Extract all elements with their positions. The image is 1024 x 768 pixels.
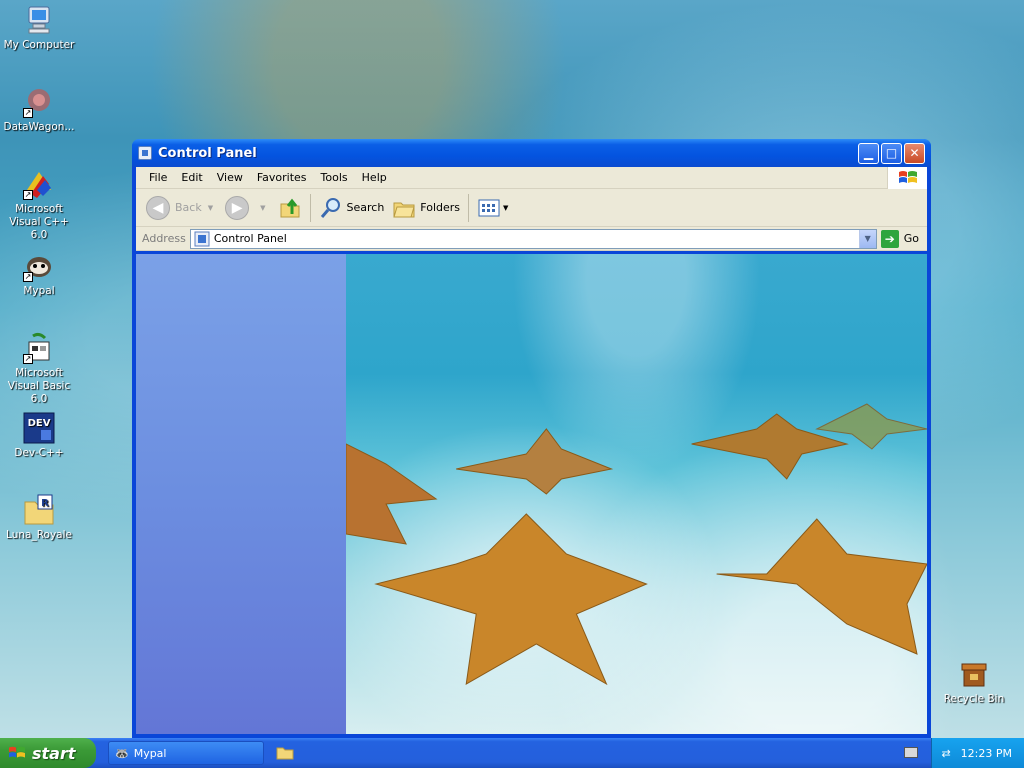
back-button[interactable]: ◀ Back (142, 193, 206, 223)
my-computer-icon (23, 4, 55, 36)
windows-logo-icon (9, 746, 25, 758)
close-button[interactable]: ✕ (904, 142, 925, 164)
forward-button[interactable]: ▶ (221, 193, 258, 223)
menu-favorites[interactable]: Favorites (250, 171, 314, 184)
views-dropdown-icon: ▼ (503, 203, 509, 212)
address-input[interactable]: Control Panel ▼ (189, 228, 877, 249)
go-button[interactable]: ➔ Go (877, 229, 925, 248)
address-value: Control Panel (213, 232, 287, 245)
menu-help[interactable]: Help (355, 171, 394, 184)
forward-arrow-icon: ▶ (225, 195, 250, 220)
minimize-button[interactable]: ▁ (858, 142, 879, 164)
folders-button[interactable]: Folders (388, 193, 464, 223)
starfish-wallpaper-image (346, 403, 927, 686)
menu-bar: File Edit View Favorites Tools Help (136, 167, 927, 189)
desktop-icon-label: My Computer (3, 39, 75, 51)
menu-view[interactable]: View (210, 171, 250, 184)
back-label: Back (175, 201, 202, 214)
folder-icon[interactable] (276, 746, 294, 760)
search-label: Search (346, 201, 385, 214)
shortcut-arrow-icon: ↗ (23, 108, 33, 118)
desktop-icon-mypal[interactable]: ↗ Mypal (0, 250, 78, 298)
up-folder-button[interactable] (274, 193, 306, 223)
menu-edit[interactable]: Edit (174, 171, 209, 184)
views-button[interactable]: ▼ (473, 193, 512, 223)
control-panel-icon (138, 146, 152, 160)
toolbar-separator (309, 193, 311, 222)
clock[interactable]: 12:23 PM (961, 747, 1012, 760)
recycle-bin-icon (958, 658, 990, 690)
go-arrow-icon: ➔ (880, 229, 899, 248)
address-label: Address (142, 232, 186, 245)
desktop-icon-recycle-bin[interactable]: Recycle Bin (935, 658, 1013, 706)
datawagon-icon: ↗ (23, 86, 55, 118)
task-pane (136, 254, 346, 734)
mypal-icon: ↗ (23, 250, 55, 282)
views-icon (478, 199, 500, 216)
svg-text:R: R (41, 498, 49, 509)
go-label: Go (903, 232, 919, 245)
taskbar-button-label: Mypal (133, 746, 167, 760)
network-icon[interactable]: ⇄ (941, 747, 950, 760)
svg-text:DEV: DEV (28, 418, 51, 429)
up-folder-icon (280, 198, 299, 217)
desktop-icon-luna-royale[interactable]: R Luna_Royale (0, 494, 78, 542)
shortcut-arrow-icon: ↗ (23, 354, 33, 364)
taskbar-button-mypal[interactable]: 🦝 Mypal (108, 741, 264, 765)
toolbar-separator (468, 193, 470, 222)
visual-cpp-icon: ↗ (23, 168, 55, 200)
search-icon (320, 197, 340, 218)
window-content (136, 254, 927, 734)
back-dropdown-icon[interactable]: ▼ (208, 204, 213, 212)
window-title: Control Panel (158, 145, 257, 161)
search-button[interactable]: Search (315, 193, 389, 223)
taskbar: start 🦝 Mypal ⇄ 12:23 PM (0, 738, 1024, 768)
menu-file[interactable]: File (142, 171, 174, 184)
desktop-icon-label: Microsoft Visual C++ 6.0 (9, 203, 69, 241)
toolbar: ◀ Back ▼ ▶ ▼ Search Folders ▼ (136, 189, 927, 227)
desktop-icon-label: Luna_Royale (6, 529, 72, 541)
desktop-icon-visual-cpp[interactable]: ↗ Microsoft Visual C++ 6.0 (0, 168, 78, 242)
control-panel-window: Control Panel ▁ □ ✕ File Edit View Favor… (132, 139, 931, 738)
dev-cpp-icon: DEV (23, 412, 55, 444)
desktop-icon-label: Dev-C++ (14, 447, 64, 459)
keyboard-icon[interactable] (904, 747, 918, 758)
start-label: start (32, 743, 76, 763)
content-view[interactable] (346, 254, 927, 734)
start-button[interactable]: start (0, 738, 96, 768)
address-dropdown-button[interactable]: ▼ (858, 229, 876, 248)
desktop-icon-label: Mypal (23, 285, 55, 297)
folders-label: Folders (420, 201, 461, 214)
system-tray: ⇄ 12:23 PM (931, 738, 1024, 768)
title-bar[interactable]: Control Panel ▁ □ ✕ (132, 139, 931, 167)
desktop-icon-dev-cpp[interactable]: DEV Dev-C++ (0, 412, 78, 460)
visual-basic-icon: ↗ (23, 332, 55, 364)
desktop-icon-label: DataWagon... (3, 121, 75, 133)
control-panel-icon (194, 231, 210, 246)
desktop-icon-label: Recycle Bin (943, 693, 1005, 705)
luna-royale-icon: R (23, 494, 55, 526)
windows-logo-icon (887, 167, 927, 189)
desktop-icon-datawagon[interactable]: ↗ DataWagon... (0, 86, 78, 134)
back-arrow-icon: ◀ (146, 195, 170, 220)
maximize-button[interactable]: □ (881, 142, 902, 164)
desktop-icon-label: Microsoft Visual Basic 6.0 (7, 367, 71, 405)
folders-icon (393, 202, 415, 217)
shortcut-arrow-icon: ↗ (23, 272, 33, 282)
menu-tools[interactable]: Tools (314, 171, 355, 184)
shortcut-arrow-icon: ↗ (23, 190, 33, 200)
desktop-icon-visual-basic[interactable]: ↗ Microsoft Visual Basic 6.0 (0, 332, 78, 406)
forward-dropdown-icon[interactable]: ▼ (260, 204, 265, 212)
desktop-icon-my-computer[interactable]: My Computer (0, 4, 78, 52)
address-bar: Address Control Panel ▼ ➔ Go (136, 227, 927, 251)
mypal-icon: 🦝 (115, 746, 129, 760)
